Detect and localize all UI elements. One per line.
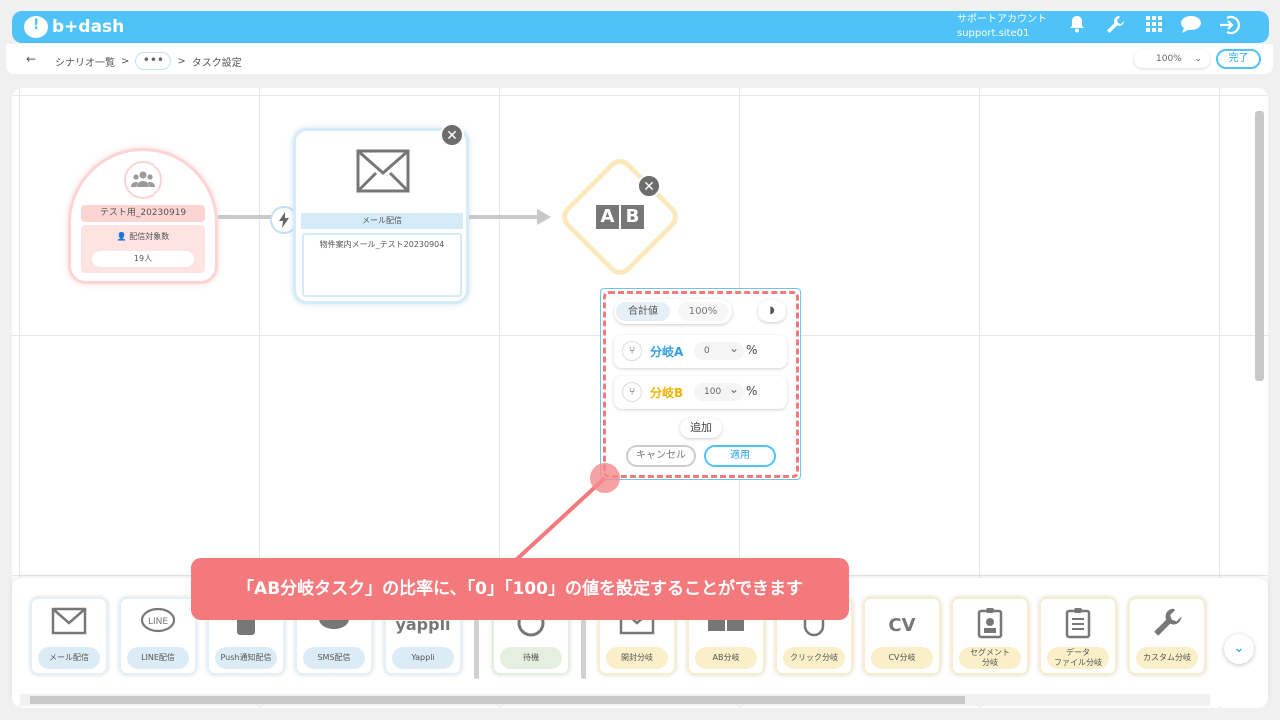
palette-tile[interactable]: カスタム分岐	[1128, 597, 1206, 675]
collapse-palette-button[interactable]: ⌄	[1224, 634, 1254, 664]
grid-icon[interactable]	[1142, 15, 1166, 39]
target-count-box: 👤 配信対象数 19人	[81, 225, 205, 273]
wrench-icon	[1130, 607, 1204, 646]
palette-tile-label: Yappli	[392, 647, 454, 669]
document-icon	[1041, 607, 1115, 646]
logout-icon[interactable]	[1218, 15, 1242, 39]
palette-tile[interactable]: セグメント 分岐	[951, 597, 1029, 675]
ab-icon: A B	[596, 205, 644, 229]
person-icon: 👤	[116, 232, 127, 241]
ab-icon-a: A	[596, 205, 619, 229]
total-value: 100%	[678, 302, 728, 321]
account-name: サポートアカウント	[957, 14, 1047, 25]
palette-tile-label: CV分岐	[871, 647, 933, 669]
percent-unit: %	[746, 384, 758, 398]
branch-name: 分岐A	[650, 345, 684, 359]
palette-tile[interactable]: CV CV分岐	[863, 597, 941, 675]
close-icon[interactable]: ✕	[637, 174, 661, 198]
palette-tile-label: SMS配信	[303, 647, 365, 669]
palette-tile-label: LINE配信	[127, 647, 189, 669]
percent-unit: %	[746, 343, 758, 357]
bell-icon[interactable]	[1065, 15, 1089, 39]
palette-tile-label: 待機	[500, 647, 562, 669]
done-button[interactable]: 完了	[1216, 49, 1261, 69]
palette-tile[interactable]: LINE LINE配信	[119, 597, 197, 675]
chevron-down-icon: ⌄	[1194, 54, 1202, 64]
breadcrumb-more-button[interactable]: •••	[135, 52, 172, 70]
connector-line	[218, 215, 272, 219]
breadcrumb-separator: >	[121, 55, 130, 67]
breadcrumb-current: タスク設定	[191, 57, 242, 69]
palette-tile-label: Push通知配信	[215, 647, 277, 669]
palette-tile-label: クリック分岐	[783, 647, 845, 669]
branch-row-b: ⑂ 分岐B 100 %	[614, 376, 787, 409]
connector-arrowhead	[537, 209, 551, 225]
breadcrumb: シナリオ一覧 > ••• > タスク設定	[55, 52, 242, 70]
mail-icon	[32, 607, 106, 642]
branch-icon: ⑂	[622, 341, 642, 361]
segment-name: テスト用_20230919	[81, 205, 205, 222]
breadcrumb-scenario-list[interactable]: シナリオ一覧	[55, 54, 115, 69]
branch-row-a: ⑂ 分岐A 0 %	[614, 335, 787, 368]
breadcrumb-separator: >	[177, 55, 186, 67]
palette-tile-label: セグメント 分岐	[959, 647, 1021, 669]
logo-bubble-icon	[24, 16, 48, 38]
target-count-value: 19人	[92, 251, 194, 267]
back-arrow-icon[interactable]: ←	[26, 52, 36, 66]
callout-text: 「AB分岐タスク」の比率に、「0」「100」の値を設定することができます	[191, 558, 849, 620]
branch-ratio-select[interactable]: 0	[694, 339, 744, 360]
palette-tile[interactable]: メール配信	[30, 597, 108, 675]
apply-button[interactable]: 適用	[704, 445, 776, 467]
branch-name: 分岐B	[650, 386, 684, 400]
chat-icon[interactable]	[1179, 15, 1203, 39]
line-icon: LINE	[121, 607, 195, 644]
mail-content-name: 物件案内メール_テスト20230904	[302, 233, 462, 297]
account-info[interactable]: サポートアカウント support.site01	[957, 13, 1047, 41]
total-label: 合計値	[616, 302, 670, 321]
vertical-scrollbar[interactable]	[1255, 111, 1264, 381]
palette-tile-label: 開封分岐	[606, 647, 668, 669]
palette-tile-label: AB分岐	[695, 647, 757, 669]
target-count-label-text: 配信対象数	[129, 232, 170, 241]
palette-tile-label: カスタム分岐	[1136, 647, 1198, 669]
logo-text: b+dash	[52, 17, 125, 37]
zoom-select[interactable]: 100% ⌄	[1134, 50, 1210, 68]
horizontal-scrollbar-thumb[interactable]	[30, 696, 965, 704]
palette-tile[interactable]: データ ファイル分岐	[1039, 597, 1117, 675]
cv-icon: CV	[888, 615, 916, 636]
branch-icon: ⑂	[622, 382, 642, 402]
bdash-logo[interactable]: b+dash	[24, 15, 124, 39]
zoom-value: 100%	[1156, 54, 1182, 64]
svg-text:LINE: LINE	[148, 617, 168, 627]
callout-dot	[590, 463, 620, 493]
target-count-label: 👤 配信対象数	[81, 231, 205, 242]
connector-line	[469, 215, 539, 219]
id-card-icon	[953, 607, 1027, 646]
mail-node-label: メール配信	[301, 213, 463, 229]
branch-ratio-select[interactable]: 100	[694, 380, 744, 401]
cancel-button[interactable]: キャンセル	[626, 445, 696, 467]
close-icon[interactable]: ✕	[440, 123, 464, 147]
total-value-row: 合計値 100%	[614, 299, 732, 324]
ab-icon-b: B	[621, 205, 644, 229]
add-branch-button[interactable]: 追加	[680, 418, 722, 438]
people-icon	[124, 161, 162, 199]
wrench-icon[interactable]	[1103, 15, 1127, 39]
mail-delivery-node[interactable]: メール配信 物件案内メール_テスト20230904	[293, 128, 469, 304]
palette-tile-label: メール配信	[38, 647, 100, 669]
palette-tile-label: データ ファイル分岐	[1047, 647, 1109, 669]
account-site: support.site01	[957, 28, 1030, 39]
mail-icon	[356, 149, 410, 193]
shield-icon[interactable]: ◗	[758, 300, 786, 322]
